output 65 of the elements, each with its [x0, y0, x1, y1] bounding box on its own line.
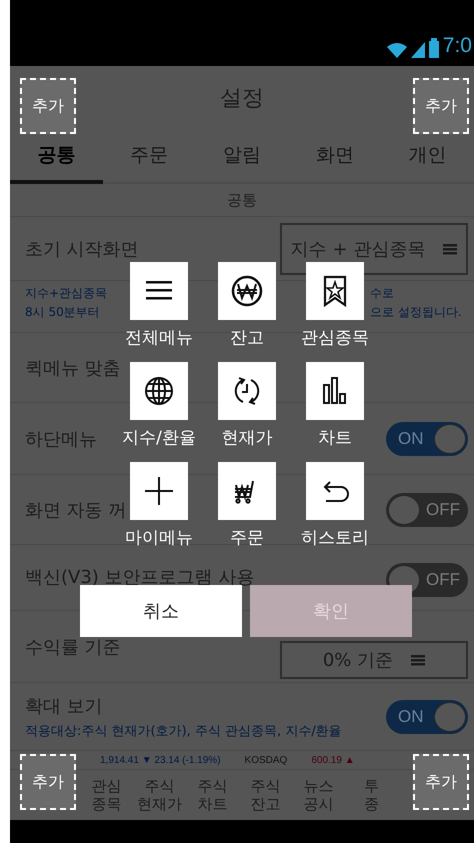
- clock-time: 7:0: [442, 34, 472, 58]
- quick-menu-label: 마이메뉴: [125, 527, 193, 549]
- quick-menu-label: 잔고: [230, 327, 264, 349]
- description-text: 지수+관심종목: [25, 285, 108, 302]
- list-icon: [411, 654, 426, 666]
- quick-menu-button[interactable]: [306, 462, 364, 520]
- quick-menu-button[interactable]: [130, 462, 188, 520]
- toggle-state: OFF: [426, 570, 460, 590]
- quick-menu-button[interactable]: [306, 362, 364, 420]
- setting-label: 퀵메뉴 맞춤: [25, 356, 121, 380]
- dropdown[interactable]: 0% 기준: [280, 641, 468, 679]
- tab[interactable]: 알림: [196, 130, 288, 184]
- cancel-button[interactable]: 취소: [80, 585, 242, 637]
- add-slot[interactable]: 추가: [413, 78, 469, 134]
- quick-menu-button[interactable]: [130, 362, 188, 420]
- quick-menu-label: 주문: [230, 527, 264, 549]
- wifi-icon: [386, 42, 407, 58]
- nav-item[interactable]: 주식 차트: [186, 770, 239, 820]
- toggle-switch[interactable]: OFF: [386, 492, 468, 526]
- toggle-state: ON: [398, 706, 424, 726]
- toggle-state: OFF: [426, 500, 460, 520]
- ticker-text: 1,914.41 ▼ 23.14 (-1.19%): [100, 754, 221, 766]
- section-header: 공통: [227, 190, 257, 210]
- screen-title: 설정: [220, 85, 264, 113]
- description-text: 8시 50분부터: [25, 304, 100, 321]
- setting-label: 화면 자동 꺼: [25, 498, 126, 522]
- quick-menu-button[interactable]: [130, 262, 188, 320]
- toggle-switch[interactable]: ON: [386, 422, 468, 456]
- nav-item[interactable]: 주식 잔고: [239, 770, 292, 820]
- quick-menu-label: 차트: [318, 427, 352, 449]
- list-icon: [443, 242, 458, 254]
- nav-item[interactable]: 관심 종목: [80, 770, 133, 820]
- won-coin-icon: [229, 273, 265, 309]
- quick-menu-button[interactable]: [218, 462, 276, 520]
- signal-icon: [410, 42, 425, 58]
- description-text: 으로 설정됩니다.: [370, 304, 462, 321]
- ticker-text: KOSDAQ: [244, 754, 288, 766]
- add-slot[interactable]: 추가: [20, 754, 76, 810]
- battery-icon: [428, 38, 439, 58]
- setting-label: 확대 보기: [25, 694, 104, 718]
- ticker-text: 600.19 ▲: [311, 754, 355, 766]
- setting-label: 수익률 기준: [25, 636, 121, 658]
- nav-item[interactable]: 투 종: [345, 770, 398, 820]
- nav-item[interactable]: 뉴스 공시: [292, 770, 345, 820]
- toggle-state: ON: [398, 428, 424, 448]
- dropdown-value: 0% 기준: [322, 649, 394, 672]
- quick-menu-label: 전체메뉴: [125, 327, 193, 349]
- quick-menu-button[interactable]: [218, 362, 276, 420]
- setting-label: 초기 시작화면: [25, 238, 139, 260]
- quick-menu-label: 현재가: [222, 427, 272, 449]
- add-slot[interactable]: 추가: [413, 754, 469, 810]
- dropdown-value: 지수 + 관심종목: [290, 238, 426, 260]
- setting-note: 적용대상:주식 현재가(호가), 주식 관심종목, 지수/환율: [25, 722, 343, 740]
- tab[interactable]: 주문: [102, 130, 196, 184]
- setting-label: 하단메뉴: [25, 428, 97, 450]
- quick-menu-label: 지수/환율: [122, 427, 196, 449]
- nav-item[interactable]: 주식 현재가: [133, 770, 186, 820]
- quick-menu-button[interactable]: [218, 262, 276, 320]
- quick-menu-label: 히스토리: [301, 527, 369, 549]
- quick-menu-label: 관심종목: [301, 327, 369, 349]
- toggle-switch[interactable]: ON: [386, 700, 468, 734]
- description-text: 수로: [370, 285, 394, 302]
- quick-menu-button[interactable]: [306, 262, 364, 320]
- tab[interactable]: 화면: [288, 130, 382, 184]
- add-slot[interactable]: 추가: [20, 78, 76, 134]
